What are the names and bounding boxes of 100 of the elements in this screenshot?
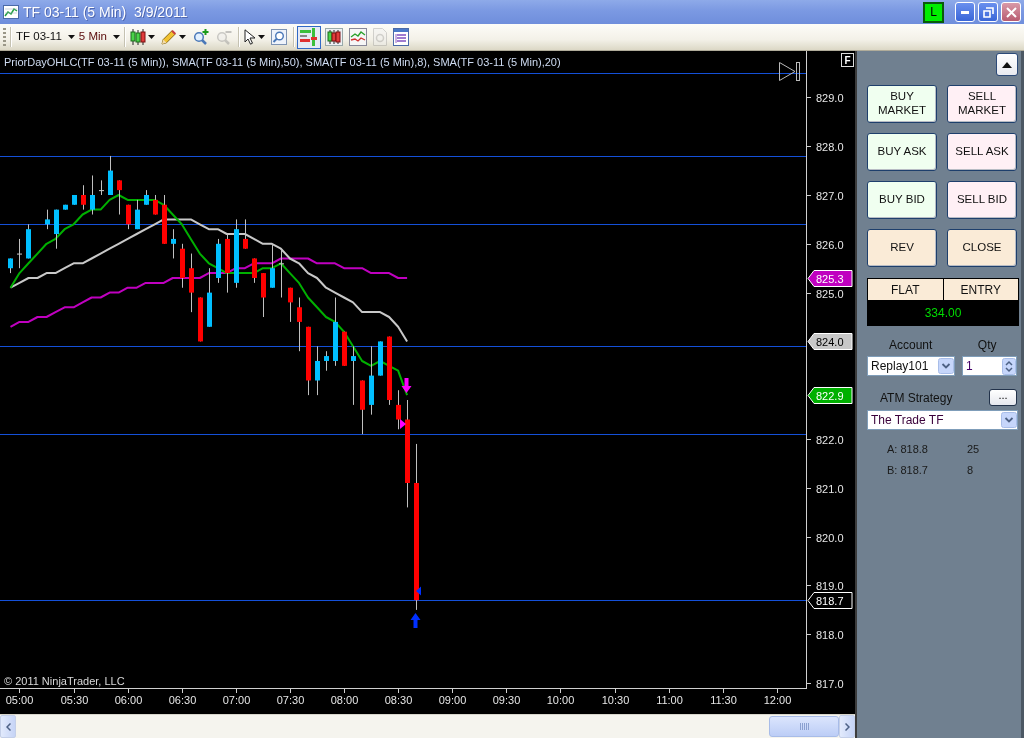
scrollbar-thumb[interactable]	[769, 716, 839, 737]
restore-icon	[982, 6, 994, 18]
buy-button[interactable]: BUY ASK	[867, 133, 937, 171]
properties-button[interactable]	[390, 25, 411, 49]
axis-label: 05:00	[5, 694, 34, 706]
triangle-icon	[416, 586, 421, 596]
axis-label: 11:00	[656, 694, 683, 706]
interval-dropdown[interactable]: 5 Min	[76, 26, 122, 48]
candlestick	[54, 209, 59, 250]
scroll-left-button[interactable]	[0, 715, 16, 738]
price-tag: 825.3	[807, 270, 853, 287]
quote-size: 25	[967, 442, 980, 458]
axis-label: 08:00	[330, 694, 359, 706]
candlestick	[135, 199, 140, 230]
quantity-spinner[interactable]: 1	[962, 356, 1017, 376]
candlestick	[387, 336, 392, 406]
field-label: Account	[888, 337, 934, 352]
candlestick	[126, 204, 131, 230]
axis-label: 06:30	[168, 694, 197, 706]
candlestick	[189, 253, 194, 313]
position-value: 334.00	[868, 301, 1018, 325]
candlestick	[279, 248, 284, 298]
candlestick	[243, 218, 248, 250]
caret-icon	[147, 35, 155, 39]
list-window-icon	[392, 28, 409, 46]
axis-label: 828.0	[816, 140, 844, 153]
axis-label: 825.0	[816, 287, 844, 300]
collapse-button[interactable]	[996, 53, 1018, 76]
candlestick	[180, 243, 185, 289]
candlestick	[162, 194, 167, 245]
instrument-dropdown[interactable]: TF 03-11	[14, 26, 77, 48]
axis-label: 07:30	[276, 694, 305, 706]
axis-label: 06:00	[114, 694, 143, 706]
candlestick	[306, 326, 311, 396]
candlestick	[360, 380, 365, 435]
candlestick	[351, 345, 356, 406]
trade-panel-button[interactable]	[296, 25, 321, 49]
candlestick	[288, 287, 293, 323]
minimize-button[interactable]	[955, 2, 975, 22]
candlestick	[369, 345, 374, 416]
axis-label: 818.0	[816, 628, 844, 641]
copyright-text: © 2011 NinjaTrader, LLC	[4, 675, 125, 687]
axis-label: 07:00	[222, 694, 251, 706]
price-tag: 818.7	[807, 592, 853, 609]
axis-label: 817.0	[816, 677, 844, 690]
candlestick	[26, 223, 31, 259]
chevron-left-icon	[5, 722, 11, 731]
axis-label: 822.0	[816, 433, 844, 446]
cursor-icon	[243, 29, 256, 45]
candlestick	[117, 179, 122, 215]
magnifier-icon	[270, 29, 287, 45]
candlestick	[153, 194, 158, 215]
candlestick	[108, 155, 113, 196]
sell-button[interactable]: SELL BID	[947, 181, 1017, 219]
account-select[interactable]: Replay101	[867, 356, 955, 376]
candlestick-icon	[324, 28, 343, 46]
options-button[interactable]: ...	[989, 389, 1017, 406]
line-chart-button[interactable]	[346, 25, 369, 49]
order-button[interactable]: CLOSE	[947, 229, 1017, 267]
axis-label: 08:30	[384, 694, 413, 706]
quote-price: B: 818.7	[887, 463, 929, 479]
axis-label: 10:00	[546, 694, 575, 706]
axis-label: 12:00	[763, 694, 792, 706]
candlestick	[8, 257, 13, 274]
buy-button[interactable]: BUY BID	[867, 181, 937, 219]
price-tag: 824.0	[807, 333, 853, 350]
candlestick	[171, 228, 176, 259]
axis-label: 819.0	[816, 579, 844, 592]
close-button[interactable]	[1001, 2, 1021, 22]
strategy-select[interactable]: The Trade TF	[867, 410, 1018, 430]
axis-label: 11:30	[710, 694, 737, 706]
axis-label: 05:30	[60, 694, 89, 706]
corner-button[interactable]: F	[841, 53, 854, 67]
document-icon	[372, 28, 387, 46]
caret-icon	[112, 35, 120, 39]
sell-button[interactable]: SELL MARKET	[947, 85, 1017, 123]
candlestick	[378, 340, 383, 377]
skip-to-end-icon[interactable]	[779, 62, 800, 81]
grip-icon	[799, 723, 809, 730]
sell-button[interactable]: SELL ASK	[947, 133, 1017, 171]
scroll-right-button[interactable]	[839, 715, 855, 738]
candlestick	[225, 233, 230, 294]
order-button[interactable]: REV	[867, 229, 937, 267]
candlestick	[144, 189, 149, 206]
minimize-icon	[961, 10, 969, 14]
buy-button[interactable]: BUY MARKET	[867, 85, 937, 123]
restore-button[interactable]	[978, 2, 998, 22]
bar-chart-button[interactable]	[322, 25, 345, 49]
position-status: FLAT	[890, 281, 921, 299]
field-label: ATM Strategy	[880, 389, 953, 407]
candlestick-icon	[129, 29, 146, 45]
candlestick	[270, 243, 275, 289]
column-heading: ENTRY	[942, 279, 1018, 300]
grip-icon[interactable]	[3, 28, 6, 46]
candlestick	[324, 350, 329, 372]
candlestick	[198, 297, 203, 342]
up-triangle-icon	[1002, 61, 1012, 68]
horizontal-bars-icon	[299, 28, 318, 46]
up-arrow-icon	[410, 613, 421, 628]
zoom-in-icon	[191, 29, 209, 45]
